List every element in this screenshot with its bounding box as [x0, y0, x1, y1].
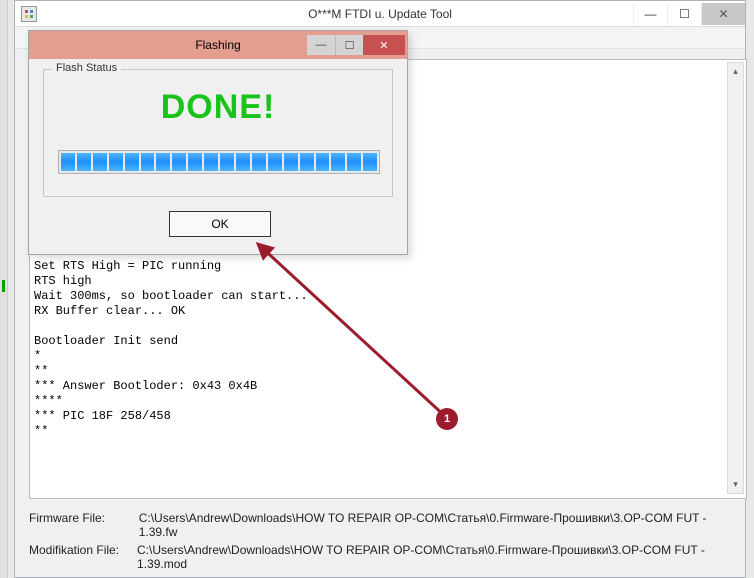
taskbar-accent [2, 280, 5, 292]
progress-segment [331, 153, 345, 171]
maximize-button[interactable]: ☐ [667, 3, 701, 25]
progress-segment [316, 153, 330, 171]
dialog-title: Flashing [29, 38, 407, 52]
progress-segment [156, 153, 170, 171]
progress-segment [268, 153, 282, 171]
close-button[interactable]: ✕ [701, 3, 745, 25]
progress-segment [236, 153, 250, 171]
footer: Firmware File: C:\Users\Andrew\Downloads… [29, 507, 747, 571]
progress-segment [141, 153, 155, 171]
progress-segment [172, 153, 186, 171]
log-scrollbar[interactable]: ▴ ▾ [727, 62, 744, 494]
firmware-file-label: Firmware File: [29, 511, 139, 539]
scroll-down-icon[interactable]: ▾ [728, 476, 743, 493]
modification-file-path: C:\Users\Andrew\Downloads\HOW TO REPAIR … [137, 543, 747, 571]
modification-file-label: Modifikation File: [29, 543, 137, 571]
firmware-file-path: C:\Users\Andrew\Downloads\HOW TO REPAIR … [139, 511, 747, 539]
progress-segment [300, 153, 314, 171]
progress-segment [284, 153, 298, 171]
flash-status-group: Flash Status DONE! [43, 69, 393, 197]
progress-segment [77, 153, 91, 171]
main-titlebar[interactable]: O***M FTDI u. Update Tool — ☐ ✕ [15, 1, 745, 27]
progress-segment [109, 153, 123, 171]
main-window-controls: — ☐ ✕ [633, 3, 745, 25]
progress-segment [220, 153, 234, 171]
dialog-titlebar[interactable]: Flashing — ☐ ✕ [29, 31, 407, 59]
flash-status-label: Flash Status [52, 62, 121, 74]
scroll-up-icon[interactable]: ▴ [728, 63, 743, 80]
ok-button[interactable]: OK [169, 211, 271, 237]
progress-segment [61, 153, 75, 171]
minimize-button[interactable]: — [633, 3, 667, 25]
progress-segment [93, 153, 107, 171]
progress-segment [363, 153, 377, 171]
progress-segment [125, 153, 139, 171]
progress-segment [347, 153, 361, 171]
status-text: DONE! [44, 88, 392, 127]
app-icon [21, 6, 37, 22]
progress-segment [188, 153, 202, 171]
flashing-dialog: Flashing — ☐ ✕ Flash Status DONE! OK [28, 30, 408, 255]
progress-segment [252, 153, 266, 171]
progress-segment [204, 153, 218, 171]
annotation-badge: 1 [436, 408, 458, 430]
progress-bar [58, 150, 380, 174]
